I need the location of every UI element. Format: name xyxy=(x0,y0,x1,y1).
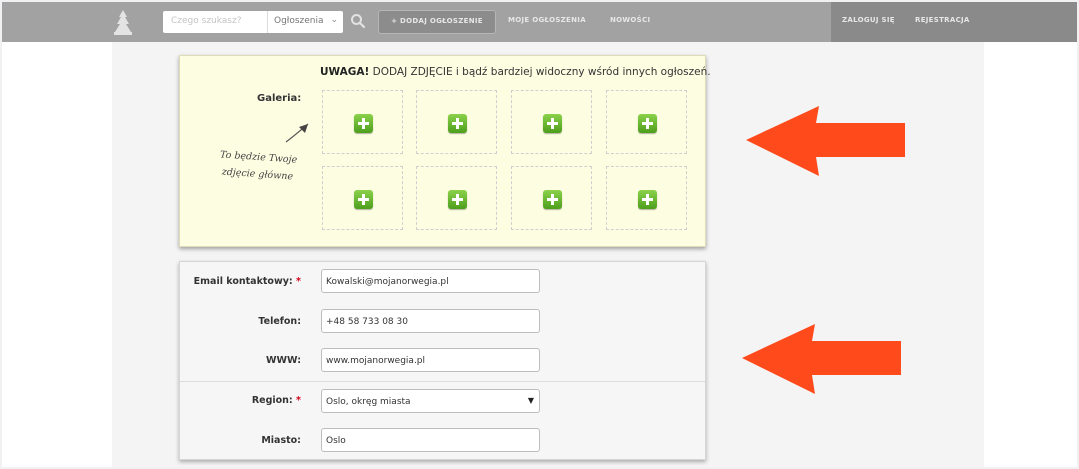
photo-slot-2[interactable] xyxy=(416,90,497,154)
account-nav: ZALOGUJ SIĘ REJESTRACJA xyxy=(831,2,1077,42)
register-link[interactable]: REJESTRACJA xyxy=(915,16,970,24)
email-label-text: Email kontaktowy: xyxy=(193,276,293,287)
photo-slot-7[interactable] xyxy=(511,166,592,230)
main-photo-hint: To będzie Twoje zdjęcie główne xyxy=(212,146,304,186)
search-icon[interactable] xyxy=(349,12,367,30)
region-label: Region: * xyxy=(180,395,301,406)
top-navigation-bar: Czego szukasz? Ogłoszenia ⌄ + DODAJ OGŁO… xyxy=(2,2,1077,42)
add-listing-label: + DODAJ OGŁOSZENIE xyxy=(391,17,483,25)
gallery-label: Galeria: xyxy=(257,93,302,104)
phone-field[interactable]: +48 58 733 08 30 xyxy=(321,309,540,333)
www-label: WWW: xyxy=(266,355,301,366)
photo-slot-5[interactable] xyxy=(322,166,403,230)
photo-slot-1[interactable] xyxy=(322,90,403,154)
add-listing-button[interactable]: + DODAJ OGŁOSZENIE xyxy=(378,10,496,34)
gallery-notice-text: DODAJ ZDJĘCIE i bądź bardziej widoczny w… xyxy=(369,66,711,78)
email-field-value: Kowalski@mojanorwegia.pl xyxy=(326,277,449,287)
city-field-value: Oslo xyxy=(326,436,346,446)
photo-slot-6[interactable] xyxy=(416,166,497,230)
email-field[interactable]: Kowalski@mojanorwegia.pl xyxy=(321,269,540,293)
category-select[interactable]: Ogłoszenia ⌄ xyxy=(267,11,344,33)
nav-my-listings[interactable]: MOJE OGŁOSZENIA xyxy=(508,16,586,24)
add-photo-plus-icon[interactable] xyxy=(543,114,562,133)
form-divider xyxy=(180,381,705,382)
www-field[interactable]: www.mojanorwegia.pl xyxy=(321,348,540,372)
page-frame: Czego szukasz? Ogłoszenia ⌄ + DODAJ OGŁO… xyxy=(2,2,1077,467)
add-photo-plus-icon[interactable] xyxy=(448,190,467,209)
add-photo-plus-icon[interactable] xyxy=(543,190,562,209)
region-label-text: Region: xyxy=(251,395,293,406)
region-select-value: Oslo, okręg miasta xyxy=(326,397,411,407)
city-field[interactable]: Oslo xyxy=(321,428,540,452)
photo-slot-3[interactable] xyxy=(511,90,592,154)
gallery-panel: UWAGA! DODAJ ZDJĘCIE i bądź bardziej wid… xyxy=(179,55,711,247)
add-photo-plus-icon[interactable] xyxy=(448,114,467,133)
region-select[interactable]: Oslo, okręg miasta ▼ xyxy=(321,389,540,413)
gallery-notice: UWAGA! DODAJ ZDJĘCIE i bądź bardziej wid… xyxy=(320,66,711,78)
dropdown-arrow-icon: ▼ xyxy=(527,396,534,405)
callout-arrow-icon xyxy=(746,106,905,176)
required-mark: * xyxy=(296,395,301,406)
phone-label: Telefon: xyxy=(258,316,301,327)
photo-slot-8[interactable] xyxy=(606,166,687,230)
search-input[interactable]: Czego szukasz? xyxy=(171,16,242,26)
gallery-notice-strong: UWAGA! xyxy=(320,66,370,78)
callout-arrow-icon xyxy=(742,324,901,394)
phone-field-value: +48 58 733 08 30 xyxy=(326,317,408,327)
www-field-value: www.mojanorwegia.pl xyxy=(326,356,426,366)
nav-news[interactable]: NOWOŚCI xyxy=(610,16,650,24)
pointer-arrow-icon xyxy=(285,123,309,143)
contact-form-panel: Email kontaktowy: * Kowalski@mojanorwegi… xyxy=(179,261,706,460)
add-photo-plus-icon[interactable] xyxy=(638,114,657,133)
chevron-down-icon: ⌄ xyxy=(330,15,338,25)
login-link[interactable]: ZALOGUJ SIĘ xyxy=(842,16,895,24)
email-label: Email kontaktowy: * xyxy=(180,276,301,287)
add-photo-plus-icon[interactable] xyxy=(638,190,657,209)
logo-icon[interactable] xyxy=(108,8,138,38)
required-mark: * xyxy=(296,276,301,287)
category-select-value: Ogłoszenia xyxy=(274,16,324,26)
search-box[interactable]: Czego szukasz? Ogłoszenia ⌄ xyxy=(163,11,343,33)
photo-slot-4[interactable] xyxy=(606,90,687,154)
add-photo-plus-icon[interactable] xyxy=(354,190,373,209)
city-label: Miasto: xyxy=(261,435,301,446)
add-photo-plus-icon[interactable] xyxy=(354,114,373,133)
